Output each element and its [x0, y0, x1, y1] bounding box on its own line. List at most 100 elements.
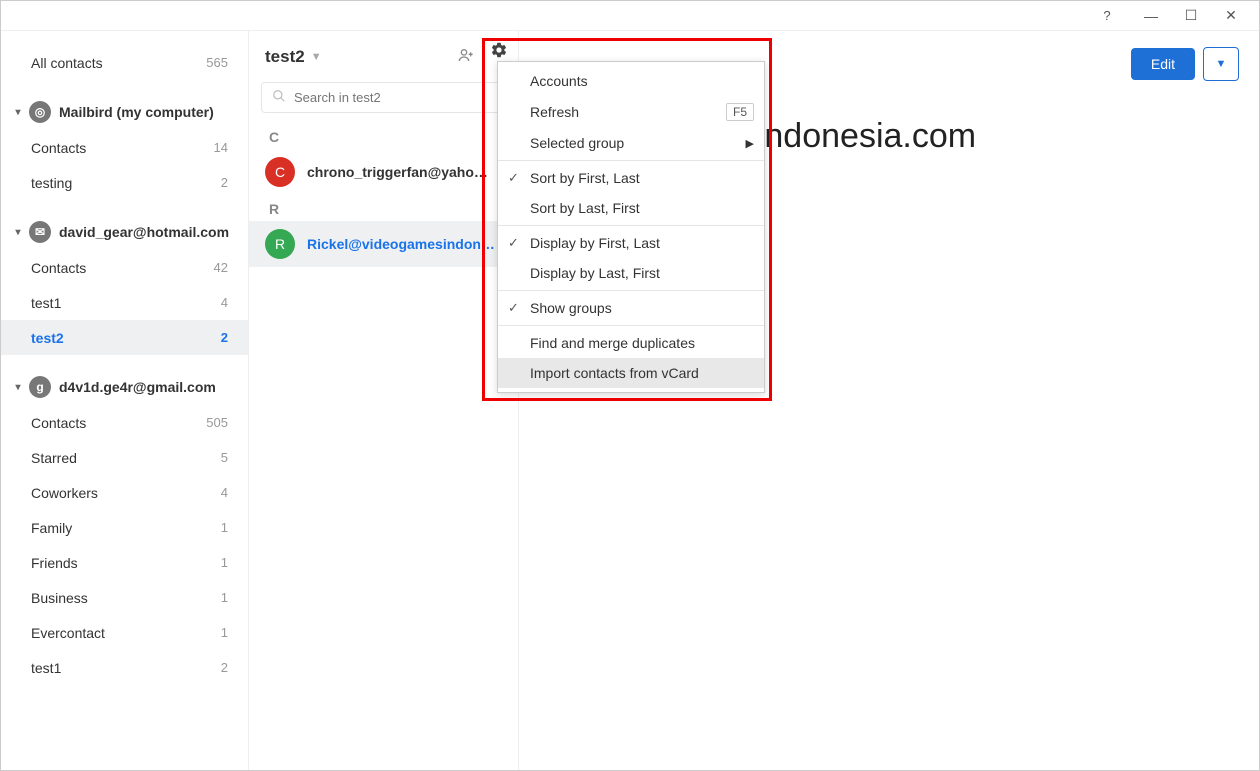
account-name: david_gear@hotmail.com	[59, 224, 229, 240]
menu-separator	[498, 160, 764, 161]
account-icon: ✉	[29, 221, 51, 243]
contact-row[interactable]: R Rickel@videogamesindon…	[249, 221, 518, 267]
sidebar-item-count: 14	[214, 140, 228, 155]
menu-item-label: Display by Last, First	[530, 265, 660, 281]
sidebar-item-label: Contacts	[31, 415, 86, 431]
account-icon: g	[29, 376, 51, 398]
close-button[interactable]: ✕	[1211, 2, 1251, 30]
menu-item-label: Show groups	[530, 300, 612, 316]
sidebar-item[interactable]: Contacts 14	[1, 130, 248, 165]
menu-item[interactable]: ✓ Show groups	[498, 293, 764, 323]
contact-name: chrono_triggerfan@yaho…	[307, 164, 506, 180]
menu-item[interactable]: Refresh F5	[498, 96, 764, 128]
menu-item-label: Selected group	[530, 135, 624, 151]
menu-item-label: Import contacts from vCard	[530, 365, 699, 381]
sidebar-item-count: 4	[221, 485, 228, 500]
settings-menu: Accounts Refresh F5 Selected group ▶ ✓ Sort by…	[497, 61, 765, 393]
check-icon: ✓	[508, 235, 519, 251]
sidebar-item[interactable]: Contacts 505	[1, 405, 248, 440]
sidebar-item[interactable]: Evercontact 1	[1, 615, 248, 650]
menu-item-label: Find and merge duplicates	[530, 335, 695, 351]
sidebar-item-label: Friends	[31, 555, 78, 571]
search-input-wrapper[interactable]	[261, 82, 506, 113]
menu-item[interactable]: Sort by Last, First	[498, 193, 764, 223]
sidebar-item-count: 1	[221, 625, 228, 640]
account-header[interactable]: ▾ ◎ Mailbird (my computer)	[1, 94, 248, 130]
gear-icon[interactable]	[490, 41, 508, 62]
menu-item[interactable]: Display by Last, First	[498, 258, 764, 288]
avatar: C	[265, 157, 295, 187]
sidebar-item-label: Contacts	[31, 140, 86, 156]
sidebar-item-label: Coworkers	[31, 485, 98, 501]
sidebar: All contacts 565 ▾ ◎ Mailbird (my comput…	[1, 31, 249, 770]
sidebar-all-contacts[interactable]: All contacts 565	[1, 45, 248, 80]
menu-separator	[498, 290, 764, 291]
contact-row[interactable]: C chrono_triggerfan@yaho…	[249, 149, 518, 195]
menu-separator	[498, 325, 764, 326]
edit-dropdown-button[interactable]: ▼	[1203, 47, 1239, 81]
sidebar-item-count: 505	[206, 415, 228, 430]
sidebar-item[interactable]: test1 4	[1, 285, 248, 320]
account-name: Mailbird (my computer)	[59, 104, 214, 120]
sidebar-item-count: 1	[221, 555, 228, 570]
contact-list-pane: test2 ▼ ⚙ CC chrono_triggerfan@yaho…RR R…	[249, 31, 519, 770]
menu-shortcut: F5	[726, 103, 754, 121]
add-contact-icon[interactable]	[453, 43, 479, 70]
section-letter: R	[249, 195, 518, 221]
sidebar-item-count: 2	[221, 175, 228, 190]
sidebar-item-label: testing	[31, 175, 72, 191]
section-letter: C	[249, 123, 518, 149]
check-icon: ✓	[508, 300, 519, 316]
sidebar-item-label: test2	[31, 330, 64, 346]
chevron-down-icon: ▼	[311, 51, 322, 63]
chevron-down-icon: ▾	[13, 227, 23, 238]
sidebar-item-count: 5	[221, 450, 228, 465]
sidebar-item-count: 42	[214, 260, 228, 275]
menu-item-label: Refresh	[530, 104, 579, 120]
menu-item[interactable]: ✓Display by First, Last	[498, 228, 764, 258]
sidebar-item-count: 2	[221, 330, 228, 345]
sidebar-item[interactable]: Starred 5	[1, 440, 248, 475]
window-titlebar: ? — ☐ ✕	[1, 1, 1259, 31]
sidebar-item[interactable]: test1 2	[1, 650, 248, 685]
search-input[interactable]	[294, 90, 495, 105]
all-contacts-count: 565	[206, 55, 228, 70]
sidebar-item-count: 2	[221, 660, 228, 675]
minimize-button[interactable]: —	[1131, 2, 1171, 30]
sidebar-item[interactable]: test2 2	[1, 320, 248, 355]
menu-item[interactable]: ✓ Sort by First, Last	[498, 163, 764, 193]
chevron-down-icon: ▾	[13, 107, 23, 118]
all-contacts-label: All contacts	[31, 55, 103, 71]
account-header[interactable]: ▾ g d4v1d.ge4r@gmail.com	[1, 369, 248, 405]
avatar: R	[265, 229, 295, 259]
help-button[interactable]: ?	[1087, 2, 1127, 30]
menu-item-label: Sort by First, Last	[530, 170, 640, 186]
menu-item[interactable]: Import contacts from vCard	[498, 358, 764, 388]
sidebar-item-label: Contacts	[31, 260, 86, 276]
sidebar-item[interactable]: testing 2	[1, 165, 248, 200]
sidebar-item-label: test1	[31, 660, 61, 676]
check-icon: ✓	[508, 170, 519, 186]
sidebar-item[interactable]: Business 1	[1, 580, 248, 615]
sidebar-item-label: Business	[31, 590, 88, 606]
sidebar-item-count: 4	[221, 295, 228, 310]
sidebar-item-label: Starred	[31, 450, 77, 466]
sidebar-item[interactable]: Contacts 42	[1, 250, 248, 285]
sidebar-item-label: test1	[31, 295, 61, 311]
list-title[interactable]: test2 ▼	[265, 47, 445, 67]
maximize-button[interactable]: ☐	[1171, 2, 1211, 30]
account-header[interactable]: ▾ ✉ david_gear@hotmail.com	[1, 214, 248, 250]
submenu-arrow-icon: ▶	[746, 137, 754, 150]
menu-item[interactable]: Selected group ▶	[498, 128, 764, 158]
sidebar-item[interactable]: Friends 1	[1, 545, 248, 580]
edit-button[interactable]: Edit	[1131, 48, 1195, 80]
contact-name: Rickel@videogamesindon…	[307, 236, 506, 252]
menu-item-label: Accounts	[530, 73, 588, 89]
menu-separator	[498, 225, 764, 226]
menu-item[interactable]: Find and merge duplicates	[498, 328, 764, 358]
sidebar-item[interactable]: Coworkers 4	[1, 475, 248, 510]
menu-item-label: Sort by Last, First	[530, 200, 640, 216]
chevron-down-icon: ▾	[13, 382, 23, 393]
sidebar-item[interactable]: Family 1	[1, 510, 248, 545]
menu-item[interactable]: Accounts	[498, 66, 764, 96]
